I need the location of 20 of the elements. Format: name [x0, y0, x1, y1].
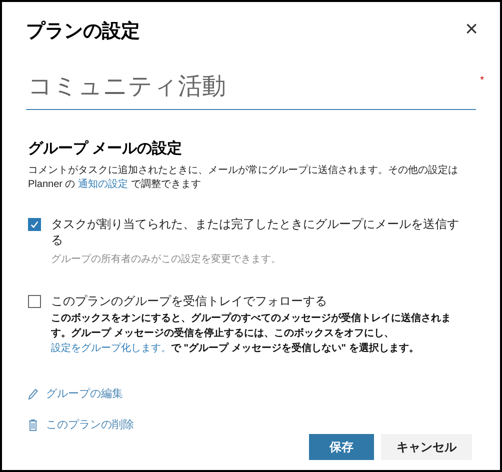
pencil-icon[interactable] [28, 388, 38, 400]
action-link[interactable]: グループの編集 [46, 386, 123, 402]
required-mark: * [480, 74, 484, 88]
link[interactable]: 設定をグループ化します。 [51, 343, 171, 354]
cancel-button[interactable]: キャンセル [381, 434, 472, 460]
action-link[interactable]: このプランの削除 [46, 416, 134, 433]
checkbox-label[interactable]: タスクが割り当てられた、または完了したときにグループにメールを送信する [51, 216, 470, 248]
section-heading: グループ メールの設定 [28, 138, 184, 158]
info-text: このボックスをオンにすると、グループのすべてのメッセージが受信トレイに送信されます。グループ メッセージの受信を停止するには、このボックスをオフにし、 設定をグループ化します。で "グループ メッセージを受信しない" を選択します。 [51, 311, 452, 356]
checkbox[interactable] [28, 295, 41, 308]
name-field[interactable]: コミュニティ活動 [26, 68, 476, 110]
description-text: コメントがタスクに追加されたときに、メールが常にグループに送信されます。その他の設定は Planner の 通知の設定 で調整できます [28, 164, 459, 192]
checkbox-label[interactable]: このプランのグループを受信トレイでフォローする [51, 293, 470, 309]
link[interactable]: 通知の設定 [78, 179, 128, 190]
dialog-title: プランの設定 [26, 20, 140, 44]
hint-text: グループの所有者のみがこの設定を変更できます。 [51, 253, 282, 267]
close-button[interactable]: × [465, 18, 478, 40]
save-button[interactable]: 保存 [309, 434, 374, 460]
trash-icon[interactable] [28, 418, 38, 431]
checkbox[interactable] [28, 218, 41, 231]
